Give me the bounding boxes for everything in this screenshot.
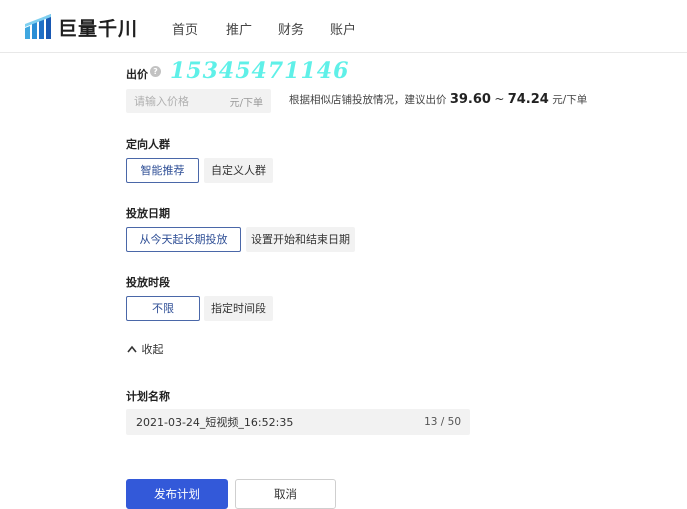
- audience-option-custom[interactable]: 自定义人群: [204, 158, 273, 183]
- bid-suggest-min: 39.60: [449, 92, 491, 107]
- time-option-unlimited[interactable]: 不限: [126, 296, 200, 321]
- bid-suggestion: 根据相似店铺投放情况，建议出价 39.60 ~ 74.24 元/下单: [289, 92, 587, 107]
- nav-item-promote[interactable]: 推广: [226, 19, 252, 38]
- plan-name-field[interactable]: 13 / 50: [126, 409, 470, 435]
- bid-suggestion-text: 根据相似店铺投放情况，建议出价: [289, 94, 447, 106]
- date-label: 投放日期: [126, 207, 170, 220]
- brand-name[interactable]: 巨量千川: [58, 14, 138, 41]
- bid-label: 出价: [126, 68, 148, 81]
- top-navbar: 巨量千川 首页 推广 财务 账户: [0, 0, 687, 53]
- nav-item-home[interactable]: 首页: [172, 19, 198, 38]
- plan-name-input[interactable]: [136, 409, 406, 435]
- bid-price-unit: 元/下单: [229, 98, 263, 109]
- cancel-button[interactable]: 取消: [235, 479, 336, 509]
- nav-item-finance[interactable]: 财务: [278, 19, 304, 38]
- audience-option-smart[interactable]: 智能推荐: [126, 158, 199, 183]
- bid-price-field[interactable]: 元/下单: [126, 89, 271, 113]
- audience-label: 定向人群: [126, 138, 170, 151]
- phone-watermark: 15345471146: [170, 58, 350, 84]
- brand-logo-icon[interactable]: [24, 14, 52, 40]
- bid-suggest-max: 74.24: [507, 92, 549, 107]
- date-option-long-term[interactable]: 从今天起长期投放: [126, 227, 241, 252]
- bid-price-input[interactable]: [134, 89, 224, 113]
- chevron-up-icon: [127, 345, 137, 353]
- collapse-toggle[interactable]: 收起: [126, 341, 164, 357]
- bid-suggest-separator: ~: [494, 92, 505, 106]
- plan-name-char-count: 13 / 50: [424, 416, 461, 428]
- time-option-specific[interactable]: 指定时间段: [204, 296, 273, 321]
- collapse-label: 收起: [141, 343, 164, 356]
- help-icon[interactable]: ?: [150, 66, 161, 77]
- nav-item-account[interactable]: 账户: [330, 19, 356, 38]
- time-label: 投放时段: [126, 276, 170, 289]
- bid-suggest-unit: 元/下单: [552, 94, 588, 106]
- plan-name-label: 计划名称: [126, 390, 170, 403]
- publish-plan-button[interactable]: 发布计划: [126, 479, 228, 509]
- date-option-range[interactable]: 设置开始和结束日期: [246, 227, 355, 252]
